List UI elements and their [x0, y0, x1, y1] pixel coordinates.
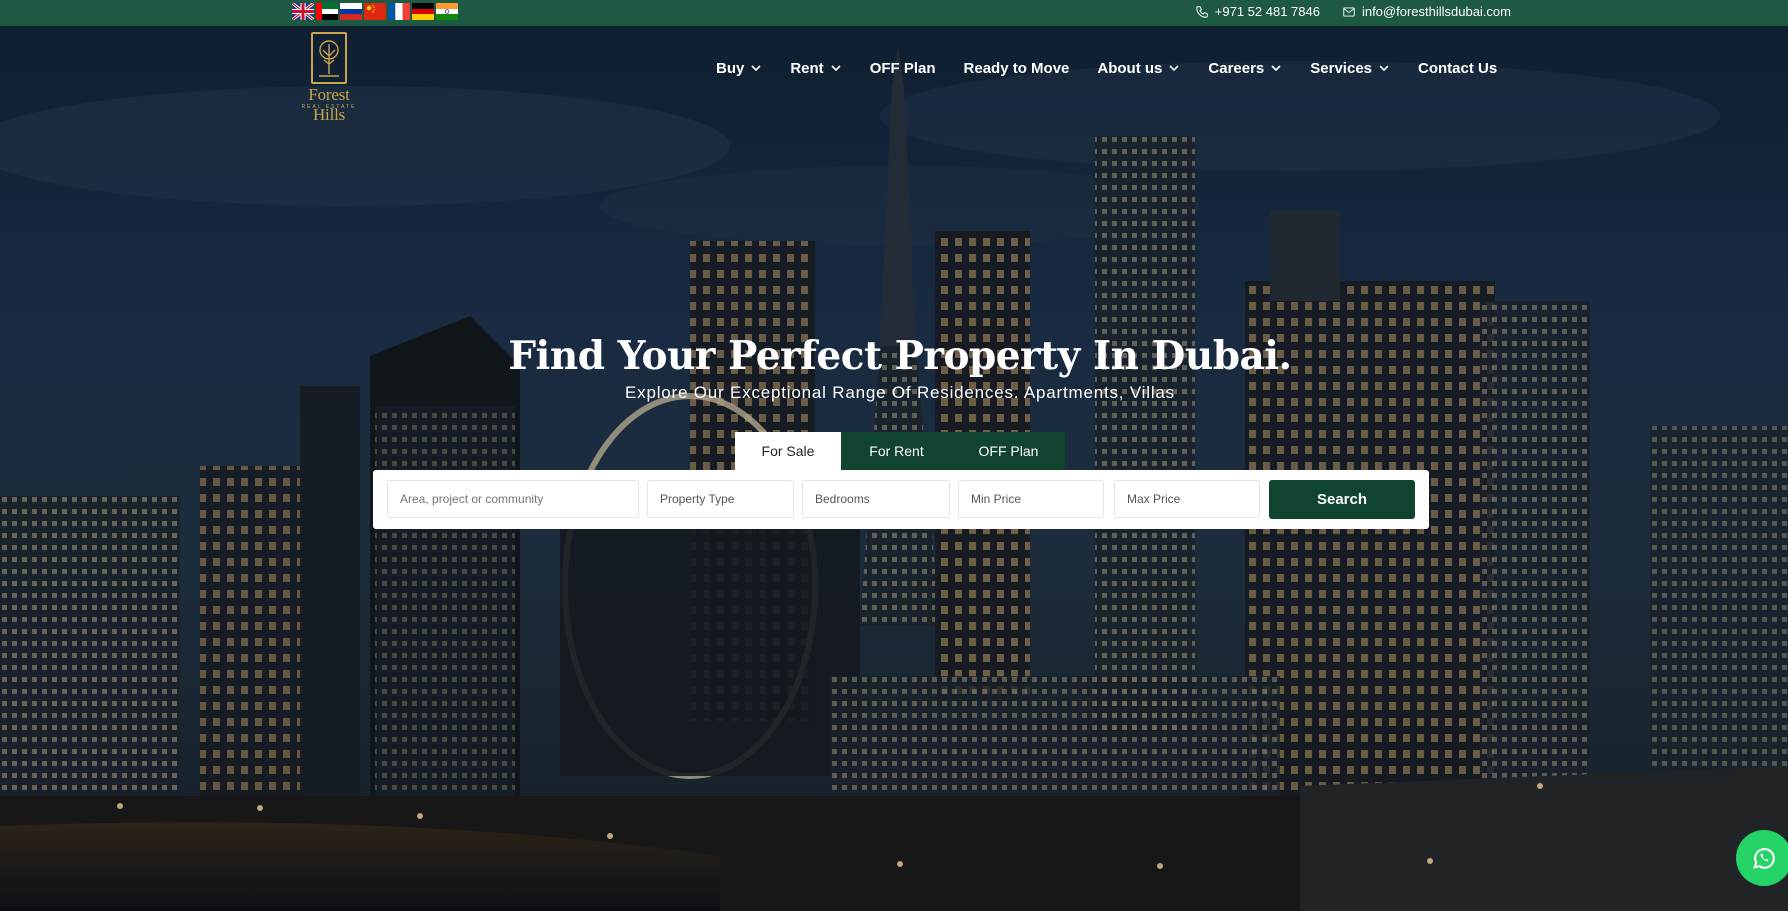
nav-label: Ready to Move [963, 59, 1070, 77]
whatsapp-button[interactable] [1736, 830, 1788, 886]
main-nav: Buy Rent OFF Plan Ready to Move About us… [716, 56, 1497, 80]
logo-tagline: REAL ESTATE [301, 104, 357, 110]
property-type-select[interactable]: Property Type [647, 480, 794, 518]
nav-label: Careers [1208, 59, 1265, 77]
chevron-down-icon [1379, 65, 1389, 72]
forest-hills-logo[interactable]: Forest Hills REAL ESTATE [292, 32, 366, 124]
germany-flag-icon[interactable] [412, 3, 434, 20]
nav-contact-us[interactable]: Contact Us [1418, 60, 1497, 77]
chevron-down-icon [831, 65, 841, 72]
bedrooms-select[interactable]: Bedrooms [802, 480, 950, 518]
nav-rent[interactable]: Rent [790, 60, 841, 77]
property-search-form: Property Type Bedrooms Min Price Max Pri… [373, 470, 1429, 529]
uae-flag-icon[interactable] [316, 3, 338, 20]
contact-info: +971 52 481 7846 info@foresthillsdubai.c… [1195, 4, 1511, 19]
china-flag-icon[interactable] [364, 3, 386, 20]
tab-off-plan[interactable]: OFF Plan [952, 432, 1065, 470]
nav-label: OFF Plan [869, 59, 936, 77]
area-search-input[interactable] [400, 492, 638, 506]
mail-icon [1343, 6, 1355, 17]
tab-for-sale[interactable]: For Sale [735, 432, 841, 470]
email-address: info@foresthillsdubai.com [1361, 4, 1511, 19]
nav-buy[interactable]: Buy [716, 60, 762, 77]
whatsapp-icon [1753, 848, 1775, 869]
tab-for-rent[interactable]: For Rent [841, 432, 952, 470]
russia-flag-icon[interactable] [340, 3, 362, 20]
phone-icon [1196, 5, 1208, 18]
hero-subtitle: Explore Our Exceptional Range Of Residen… [625, 383, 1175, 402]
nav-services[interactable]: Services [1310, 60, 1390, 77]
top-bar: +971 52 481 7846 info@foresthillsdubai.c… [0, 0, 1788, 26]
phone-number: +971 52 481 7846 [1214, 4, 1320, 19]
nav-label: Buy [716, 59, 745, 77]
tree-emblem-icon [311, 32, 347, 84]
chevron-down-icon [1271, 65, 1281, 72]
area-search-field[interactable] [387, 480, 639, 518]
search-button[interactable]: Search [1269, 480, 1415, 519]
uk-flag-icon[interactable] [292, 3, 314, 20]
search-tabs: For Sale For Rent OFF Plan [735, 432, 1065, 470]
chevron-down-icon [1169, 65, 1179, 72]
nav-label: Contact Us [1418, 59, 1498, 77]
nav-label: Rent [790, 59, 824, 77]
nav-careers[interactable]: Careers [1208, 60, 1282, 77]
email-link[interactable]: info@foresthillsdubai.com [1342, 4, 1511, 19]
india-flag-icon[interactable] [436, 3, 458, 20]
france-flag-icon[interactable] [388, 3, 410, 20]
phone-link[interactable]: +971 52 481 7846 [1195, 4, 1320, 19]
nav-about-us[interactable]: About us [1097, 60, 1180, 77]
hero-title: Find Your Perfect Property In Dubai. [508, 333, 1292, 379]
language-flags [292, 3, 458, 20]
nav-ready-to-move[interactable]: Ready to Move [964, 60, 1070, 77]
nav-label: Services [1310, 59, 1373, 77]
max-price-select[interactable]: Max Price [1114, 480, 1260, 518]
nav-off-plan[interactable]: OFF Plan [870, 60, 936, 77]
chevron-down-icon [751, 65, 761, 72]
min-price-select[interactable]: Min Price [958, 480, 1104, 518]
nav-label: About us [1097, 59, 1163, 77]
